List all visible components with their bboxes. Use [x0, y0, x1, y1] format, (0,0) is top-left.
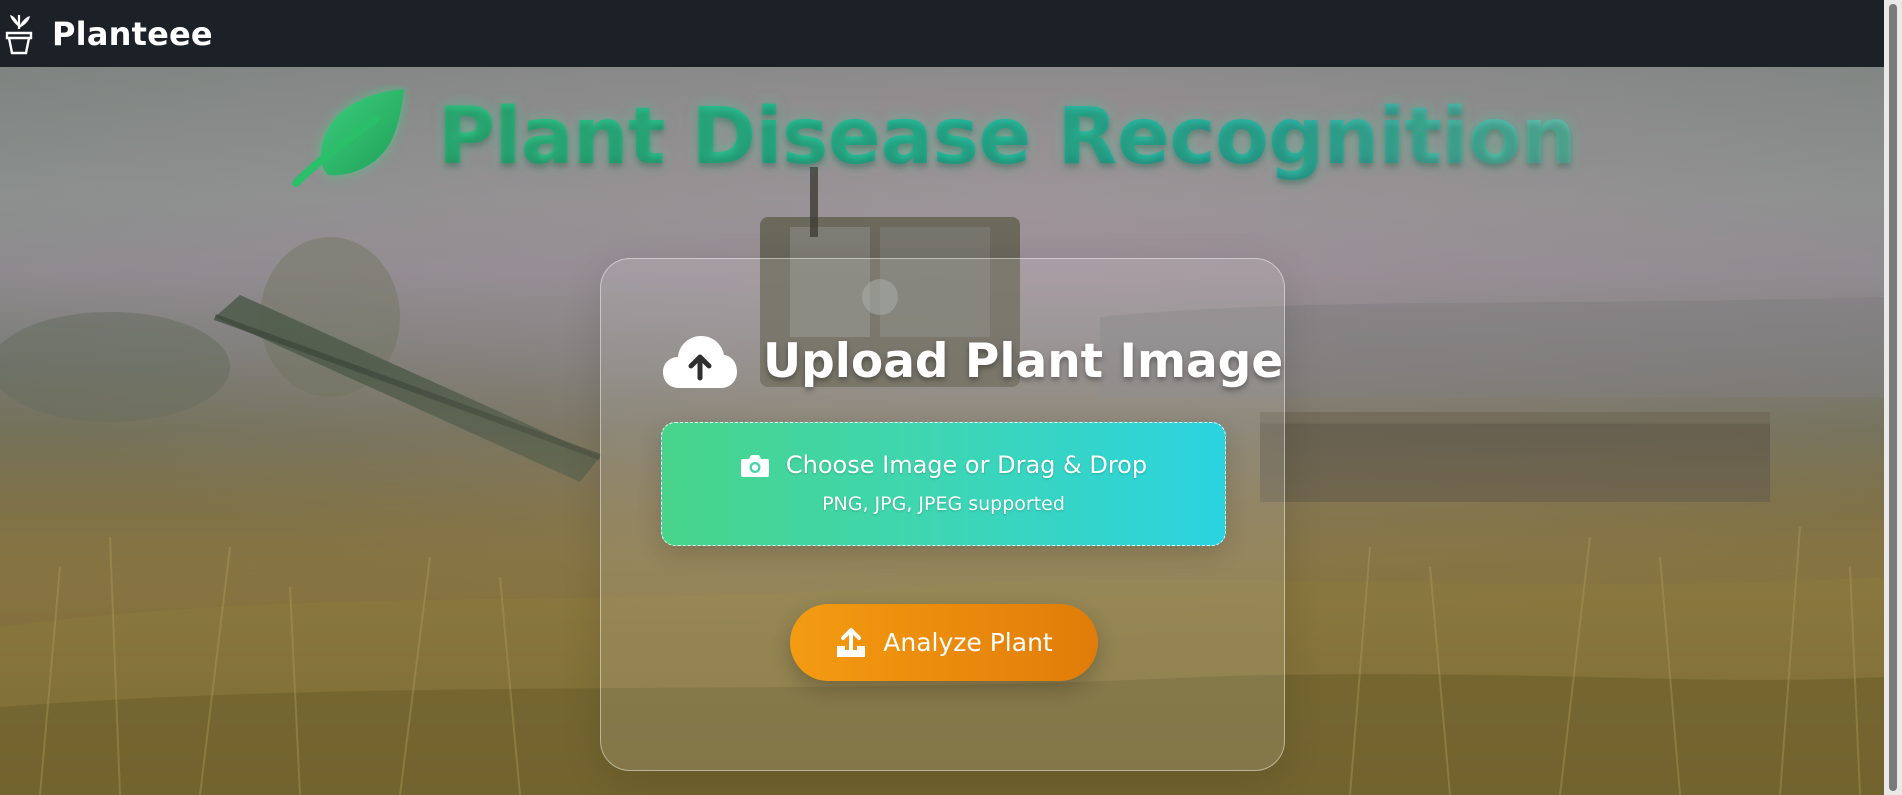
cloud-upload-icon — [663, 336, 737, 388]
analyze-plant-label: Analyze Plant — [883, 628, 1053, 657]
brand-name[interactable]: Planteee — [52, 15, 213, 53]
image-dropzone[interactable]: Choose Image or Drag & Drop PNG, JPG, JP… — [661, 422, 1226, 546]
dropzone-label-row: Choose Image or Drag & Drop — [662, 451, 1225, 479]
upload-card-title: Upload Plant Image — [763, 333, 1284, 389]
analyze-plant-button[interactable]: Analyze Plant — [790, 604, 1098, 681]
upload-icon — [837, 627, 866, 657]
upload-card-heading: Upload Plant Image — [661, 321, 1283, 401]
leaf-icon — [292, 89, 404, 187]
camera-icon — [740, 455, 769, 477]
potted-plant-icon[interactable] — [2, 11, 36, 57]
top-navbar: Planteee — [0, 0, 1884, 67]
scrollbar-thumb[interactable] — [1889, 4, 1897, 791]
upload-card: Upload Plant Image Choose Image or Drag … — [600, 258, 1285, 771]
dropzone-label[interactable]: Choose Image or Drag & Drop — [786, 451, 1147, 479]
page-title-row: Plant Disease Recognition — [292, 82, 1576, 192]
dropzone-hint: PNG, JPG, JPEG supported — [822, 493, 1065, 515]
page-scrollbar[interactable] — [1884, 0, 1902, 795]
page-title: Plant Disease Recognition — [438, 92, 1576, 182]
